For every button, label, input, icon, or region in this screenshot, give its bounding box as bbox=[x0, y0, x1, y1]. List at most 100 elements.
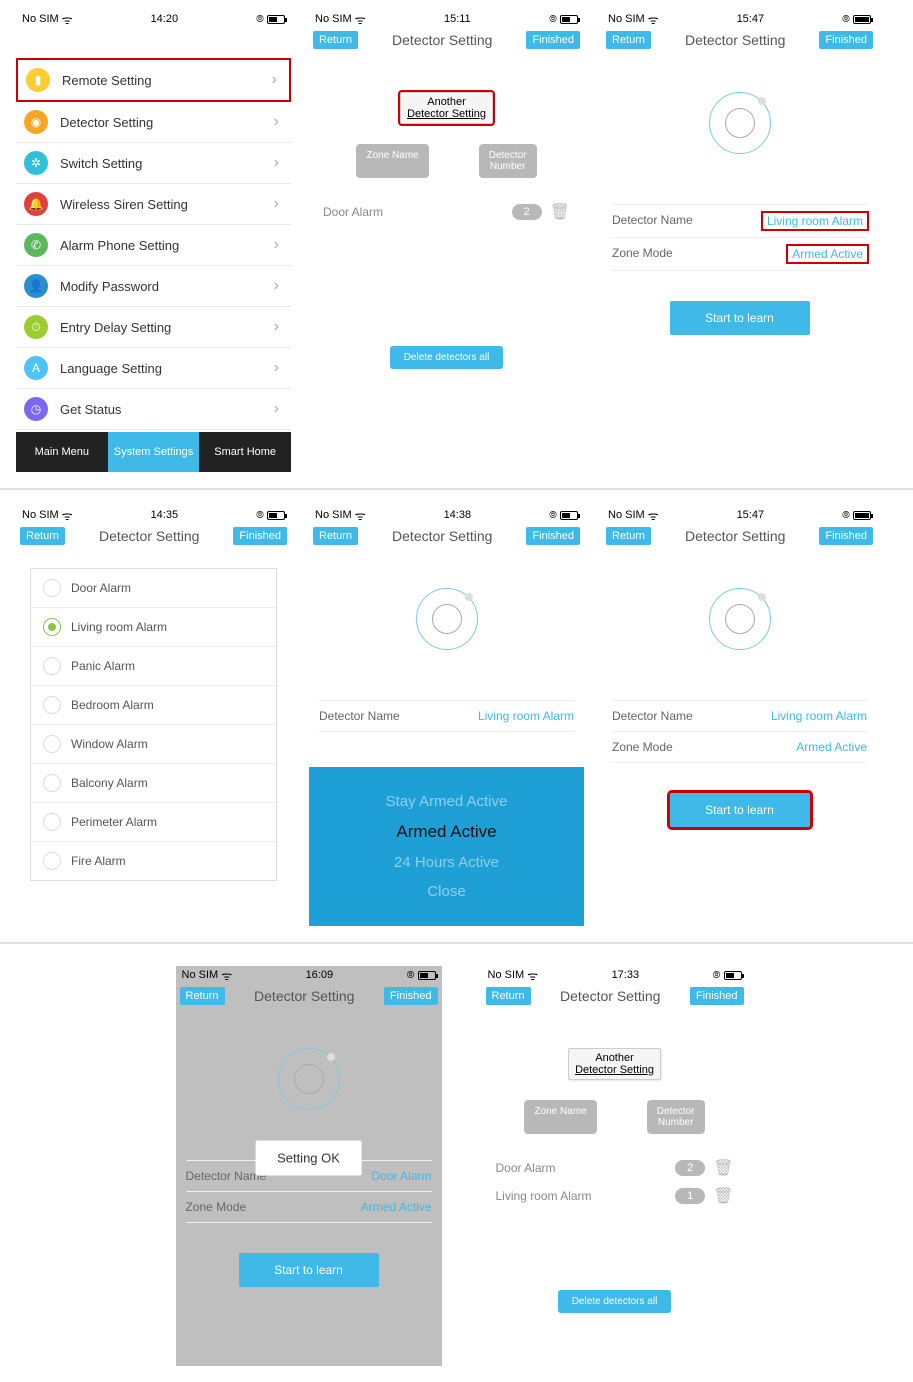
finished-button[interactable]: Finished bbox=[690, 987, 744, 1005]
picker-option[interactable]: Stay Armed Active bbox=[309, 787, 584, 816]
setting-item[interactable]: 🔔Wireless Siren Setting› bbox=[16, 184, 291, 225]
detector-row: Door Alarm2🗑 bbox=[496, 1154, 734, 1182]
field-label: Detector Name bbox=[612, 709, 693, 723]
return-button[interactable]: Return bbox=[606, 31, 651, 49]
popup-line-1: Another bbox=[407, 96, 486, 108]
finished-button[interactable]: Finished bbox=[819, 31, 873, 49]
zone-name-header: Zone Name bbox=[356, 144, 428, 178]
alarm-item[interactable]: Balcony Alarm bbox=[31, 764, 276, 803]
setting-item[interactable]: ◷Get Status› bbox=[16, 389, 291, 430]
finished-button[interactable]: Finished bbox=[526, 31, 580, 49]
header-bar: Return Detector Setting Finished bbox=[16, 524, 291, 548]
finished-button[interactable]: Finished bbox=[384, 987, 438, 1005]
field-label: Zone Mode bbox=[186, 1200, 247, 1214]
alarm-item[interactable]: Perimeter Alarm bbox=[31, 803, 276, 842]
field-row: Detector Name Living room Alarm bbox=[612, 700, 867, 731]
another-detector-popup[interactable]: Another Detector Setting bbox=[568, 1048, 661, 1080]
return-button[interactable]: Return bbox=[180, 987, 225, 1005]
alarm-item[interactable]: Living room Alarm bbox=[31, 608, 276, 647]
lock-icon bbox=[842, 13, 850, 25]
status-bar: No SIM 14:20 bbox=[16, 10, 291, 28]
return-button[interactable]: Return bbox=[313, 31, 358, 49]
screen-detector-list-b: No SIM 17:33 Return Detector Setting Fin… bbox=[482, 966, 748, 1366]
chevron-right-icon: › bbox=[274, 195, 279, 213]
setting-item[interactable]: ✆Alarm Phone Setting› bbox=[16, 225, 291, 266]
trash-icon[interactable]: 🗑 bbox=[713, 1186, 733, 1206]
return-button[interactable]: Return bbox=[486, 987, 531, 1005]
detector-number-header: DetectorNumber bbox=[479, 144, 537, 178]
chevron-right-icon: › bbox=[274, 400, 279, 418]
chevron-right-icon: › bbox=[272, 71, 277, 89]
finished-button[interactable]: Finished bbox=[526, 527, 580, 545]
carrier-label: No SIM bbox=[488, 969, 525, 981]
finished-button[interactable]: Finished bbox=[819, 527, 873, 545]
delete-all-button[interactable]: Delete detectors all bbox=[558, 1290, 672, 1313]
carrier-label: No SIM bbox=[315, 509, 352, 521]
menu-label: Remote Setting bbox=[62, 73, 152, 88]
setting-item[interactable]: ✲Switch Setting› bbox=[16, 143, 291, 184]
return-button[interactable]: Return bbox=[20, 527, 65, 545]
setting-item[interactable]: ⏱Entry Delay Setting› bbox=[16, 307, 291, 348]
trash-icon[interactable]: 🗑 bbox=[550, 202, 570, 222]
header-bar: Return Detector Setting Finished bbox=[176, 984, 442, 1008]
wifi-icon bbox=[355, 507, 366, 524]
field-value[interactable]: Living room Alarm bbox=[763, 213, 867, 229]
detector-row: Living room Alarm1🗑 bbox=[496, 1182, 734, 1210]
return-button[interactable]: Return bbox=[606, 527, 651, 545]
detector-row: Door Alarm2🗑 bbox=[323, 198, 570, 226]
start-learn-button[interactable]: Start to learn bbox=[670, 301, 810, 335]
chevron-right-icon: › bbox=[274, 318, 279, 336]
page-title: Detector Setting bbox=[685, 528, 785, 544]
alarm-label: Bedroom Alarm bbox=[71, 698, 154, 712]
alarm-item[interactable]: Panic Alarm bbox=[31, 647, 276, 686]
alarm-item[interactable]: Fire Alarm bbox=[31, 842, 276, 880]
status-time: 14:35 bbox=[151, 509, 179, 521]
sensor-icon bbox=[709, 588, 771, 650]
alarm-label: Living room Alarm bbox=[71, 620, 167, 634]
header-bar: Return Detector Setting Finished bbox=[309, 28, 584, 52]
picker-option[interactable]: 24 Hours Active bbox=[309, 848, 584, 877]
status-bar: No SIM 17:33 bbox=[482, 966, 748, 984]
tab-main-menu[interactable]: Main Menu bbox=[16, 432, 108, 472]
finished-button[interactable]: Finished bbox=[233, 527, 287, 545]
tab-smart-home[interactable]: Smart Home bbox=[199, 432, 291, 472]
trash-icon[interactable]: 🗑 bbox=[713, 1158, 733, 1178]
status-bar: No SIM 15:47 bbox=[602, 506, 877, 524]
field-value[interactable]: Living room Alarm bbox=[478, 709, 574, 723]
alarm-item[interactable]: Door Alarm bbox=[31, 569, 276, 608]
field-value[interactable]: Living room Alarm bbox=[771, 709, 867, 723]
picker-option[interactable]: Armed Active bbox=[309, 816, 584, 848]
setting-item[interactable]: ALanguage Setting› bbox=[16, 348, 291, 389]
setting-item[interactable]: ▮Remote Setting› bbox=[16, 58, 291, 102]
another-detector-popup[interactable]: Another Detector Setting bbox=[400, 92, 493, 124]
zone-mode-picker[interactable]: Stay Armed ActiveArmed Active24 Hours Ac… bbox=[309, 767, 584, 926]
field-value[interactable]: Armed Active bbox=[796, 740, 867, 754]
sensor-icon bbox=[709, 92, 771, 154]
screen-detector-list: No SIM 15:11 Return Detector Setting Fin… bbox=[309, 10, 584, 472]
sensor-icon bbox=[416, 588, 478, 650]
setting-item[interactable]: ◉Detector Setting› bbox=[16, 102, 291, 143]
wifi-icon bbox=[648, 11, 659, 28]
menu-label: Language Setting bbox=[60, 361, 162, 376]
setting-item[interactable]: 👤Modify Password› bbox=[16, 266, 291, 307]
chevron-right-icon: › bbox=[274, 154, 279, 172]
start-learn-button[interactable]: Start to learn bbox=[239, 1253, 379, 1287]
field-value[interactable]: Door Alarm bbox=[371, 1169, 431, 1183]
return-button[interactable]: Return bbox=[313, 527, 358, 545]
alarm-label: Perimeter Alarm bbox=[71, 815, 157, 829]
detector-number-header: DetectorNumber bbox=[647, 1100, 705, 1134]
screen-detector-edit-a: No SIM 15:47 Return Detector Setting Fin… bbox=[602, 10, 877, 472]
picker-option[interactable]: Close bbox=[309, 877, 584, 906]
tab-system-settings[interactable]: System Settings bbox=[108, 432, 200, 472]
alarm-item[interactable]: Window Alarm bbox=[31, 725, 276, 764]
radio-icon bbox=[43, 852, 61, 870]
delete-all-button[interactable]: Delete detectors all bbox=[390, 346, 504, 369]
battery-icon bbox=[267, 15, 285, 24]
alarm-item[interactable]: Bedroom Alarm bbox=[31, 686, 276, 725]
lock-icon bbox=[549, 13, 557, 25]
start-learn-button[interactable]: Start to learn bbox=[670, 793, 810, 827]
field-label: Detector Name bbox=[612, 213, 693, 229]
field-value[interactable]: Armed Active bbox=[361, 1200, 432, 1214]
header-bar: Return Detector Setting Finished bbox=[602, 524, 877, 548]
field-value[interactable]: Armed Active bbox=[788, 246, 867, 262]
